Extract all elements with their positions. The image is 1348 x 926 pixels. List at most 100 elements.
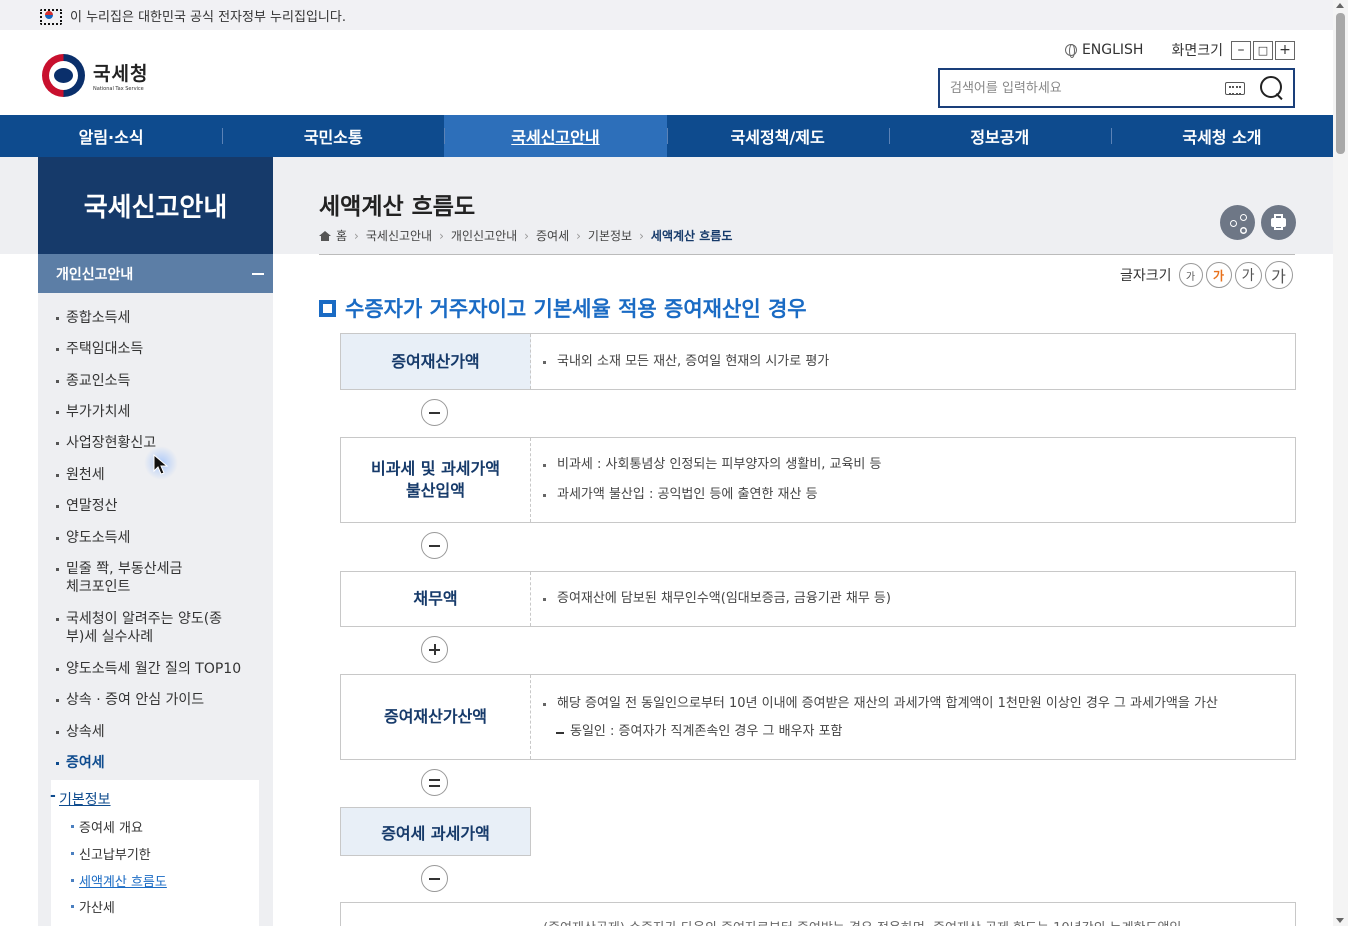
- taegukgi-flag-icon: [40, 9, 62, 25]
- sidebar-item[interactable]: 부가가치세: [56, 403, 246, 421]
- font-size-large-button[interactable]: 가: [1234, 261, 1262, 289]
- logo-english-text: National Tax Service: [93, 86, 144, 92]
- logo-text: 국세청: [93, 63, 149, 85]
- site-logo[interactable]: 국세청 National Tax Service: [42, 54, 148, 97]
- section-title: 수증자가 거주자이고 기본세율 적용 증여재산인 경우: [319, 293, 807, 323]
- breadcrumb-separator-icon: ›: [576, 228, 581, 243]
- flow-description: 과세가액 불산입 : 공익법인 등에 출연한 재산 등: [543, 480, 1295, 510]
- scroll-up-arrow-icon[interactable]: [1336, 3, 1344, 8]
- search-icon[interactable]: [1259, 75, 1285, 101]
- flow-label: 증여재산가산액: [341, 675, 531, 759]
- sidebar-item[interactable]: 종합소득세: [56, 309, 246, 327]
- breadcrumb: 홈 › 국세신고안내 › 개인신고안내 › 증여세 › 기본정보 › 세액계산 …: [319, 227, 732, 244]
- gnb-item-communication[interactable]: 국민소통: [222, 115, 444, 157]
- header-divider: [319, 254, 1295, 255]
- site-header: 국세청 National Tax Service ENGLISH 화면크기 – …: [0, 30, 1333, 115]
- flow-description: 해당 증여일 전 동일인으로부터 10년 이내에 증여받은 재산의 과세가액 합…: [543, 689, 1295, 719]
- sidebar-submenu: 기본정보 증여세 개요 신고납부기한 세액계산 흐름도 가산세: [50, 780, 259, 926]
- sidebar-item[interactable]: 종교인소득: [56, 372, 246, 390]
- breadcrumb-home[interactable]: 홈: [336, 227, 347, 244]
- font-size-label: 글자크기: [1120, 268, 1172, 284]
- scroll-down-arrow-icon[interactable]: [1336, 918, 1344, 923]
- submenu-item[interactable]: 신고납부기한: [71, 844, 151, 863]
- breadcrumb-separator-icon: ›: [524, 228, 529, 243]
- gnb-item-tax-policy[interactable]: 국세정책/제도: [666, 115, 889, 157]
- sidebar-item[interactable]: 연말정산: [56, 497, 246, 515]
- screen-size-reset-button[interactable]: □: [1253, 40, 1273, 60]
- square-bullet-icon: [319, 299, 336, 317]
- home-icon: [319, 230, 331, 241]
- flow-row: 증여재산가산액 해당 증여일 전 동일인으로부터 10년 이내에 증여받은 재산…: [340, 674, 1296, 760]
- breadcrumb-separator-icon: ›: [639, 228, 644, 243]
- gnb-item-tax-filing-guide[interactable]: 국세신고안내: [444, 115, 667, 157]
- flow-result-label: 증여세 과세가액: [340, 807, 531, 856]
- globe-icon: [1064, 44, 1077, 58]
- minus-operator-icon: [421, 532, 448, 559]
- screen-size-decrease-button[interactable]: –: [1231, 40, 1251, 60]
- sidebar-item[interactable]: 상속세: [56, 723, 246, 741]
- sidebar-item[interactable]: 양도소득세 월간 질의 TOP10: [56, 660, 266, 678]
- mouse-cursor-icon: [144, 446, 178, 480]
- breadcrumb-item[interactable]: 증여세: [536, 227, 569, 244]
- gnb-item-news[interactable]: 알림·소식: [0, 115, 222, 157]
- collapse-icon: [252, 273, 264, 275]
- gnb-item-about[interactable]: 국세청 소개: [1110, 115, 1333, 157]
- breadcrumb-current: 세액계산 흐름도: [650, 229, 733, 243]
- sidebar-item[interactable]: 주택임대소득: [56, 340, 246, 358]
- share-button[interactable]: [1220, 205, 1255, 240]
- flow-label-text: 비과세 및 과세가액 불산입액: [371, 459, 500, 500]
- sidebar-section-personal[interactable]: 개인신고안내: [38, 254, 273, 293]
- english-link[interactable]: ENGLISH: [1064, 42, 1144, 58]
- print-button[interactable]: [1261, 205, 1296, 240]
- sidebar-item[interactable]: 밑줄 쫙, 부동산세금 체크포인트: [56, 560, 196, 596]
- flow-description: 국내외 소재 모든 재산, 증여일 현재의 시가로 평가: [543, 347, 1295, 377]
- font-size-small-button[interactable]: 가: [1178, 263, 1203, 287]
- sidebar-item[interactable]: 국세청이 알려주는 양도(종부)세 실수사례: [56, 610, 236, 646]
- flow-row-partial: (증여재산공제) 수증자가 다음의 증여자로부터 증여받는 경우 적용하며, 증…: [340, 902, 1296, 926]
- plus-operator-icon: [421, 636, 448, 663]
- page-scrollbar[interactable]: [1333, 0, 1348, 926]
- minus-operator-icon: [421, 865, 448, 892]
- flow-row: 증여재산가액 국내외 소재 모든 재산, 증여일 현재의 시가로 평가: [340, 333, 1296, 390]
- main-navigation: 알림·소식 국민소통 국세신고안내 국세정책/제도 정보공개 국세청 소개: [0, 115, 1333, 157]
- sidebar-item[interactable]: 양도소득세: [56, 529, 246, 547]
- submenu-item-active[interactable]: 세액계산 흐름도: [71, 871, 167, 890]
- breadcrumb-item[interactable]: 개인신고안내: [451, 227, 517, 244]
- search-box: [938, 68, 1295, 108]
- breadcrumb-item[interactable]: 기본정보: [588, 227, 632, 244]
- virtual-keyboard-icon[interactable]: [1225, 81, 1245, 95]
- scrollbar-thumb[interactable]: [1336, 13, 1345, 154]
- font-size-default-button[interactable]: 가: [1205, 262, 1232, 288]
- minus-operator-icon: [421, 399, 448, 426]
- english-label: ENGLISH: [1081, 42, 1144, 58]
- gnb-item-disclosure[interactable]: 정보공개: [888, 115, 1111, 157]
- breadcrumb-separator-icon: ›: [439, 228, 444, 243]
- font-size-control: 글자크기 가 가 가 가: [1120, 261, 1293, 289]
- header-utility: ENGLISH 화면크기 – □ +: [1064, 40, 1295, 60]
- flow-label: 증여재산가액: [341, 334, 531, 389]
- sidebar-section-label: 개인신고안내: [56, 266, 134, 283]
- sidebar-title: 국세신고안내: [38, 157, 273, 254]
- sidebar-item[interactable]: 상속 · 증여 안심 가이드: [56, 691, 246, 709]
- search-input[interactable]: [950, 80, 1225, 96]
- page-title: 세액계산 흐름도: [319, 194, 476, 220]
- flow-description: 증여재산에 담보된 채무인수액(임대보증금, 금융기관 채무 등): [543, 584, 1295, 614]
- submenu-item[interactable]: 증여세 개요: [71, 817, 143, 836]
- flow-description: (증여재산공제) 수증자가 다음의 증여자로부터 증여받는 경우 적용하며, 증…: [543, 917, 1181, 926]
- font-size-xlarge-button[interactable]: 가: [1264, 261, 1293, 289]
- submenu-item[interactable]: 가산세: [71, 897, 115, 916]
- screen-size-label: 화면크기: [1171, 43, 1223, 59]
- flow-label: 채무액: [341, 572, 531, 626]
- breadcrumb-separator-icon: ›: [354, 228, 359, 243]
- gov-notice-text: 이 누리집은 대한민국 공식 전자정부 누리집입니다.: [70, 9, 346, 25]
- flow-row: 채무액 증여재산에 담보된 채무인수액(임대보증금, 금융기관 채무 등): [340, 571, 1296, 627]
- sidebar-item-active[interactable]: 증여세: [56, 754, 246, 772]
- flow-label: 비과세 및 과세가액 불산입액: [341, 438, 531, 522]
- section-title-text: 수증자가 거주자이고 기본세율 적용 증여재산인 경우: [345, 297, 807, 321]
- breadcrumb-item[interactable]: 국세신고안내: [366, 227, 432, 244]
- flow-sub-description: 동일인 : 증여자가 직계존속인 경우 그 배우자 포함: [543, 719, 1295, 745]
- equals-operator-icon: [421, 769, 448, 796]
- gov-notice-bar: 이 누리집은 대한민국 공식 전자정부 누리집입니다.: [0, 0, 1333, 30]
- screen-size-increase-button[interactable]: +: [1275, 40, 1295, 60]
- submenu-heading[interactable]: 기본정보: [50, 788, 110, 809]
